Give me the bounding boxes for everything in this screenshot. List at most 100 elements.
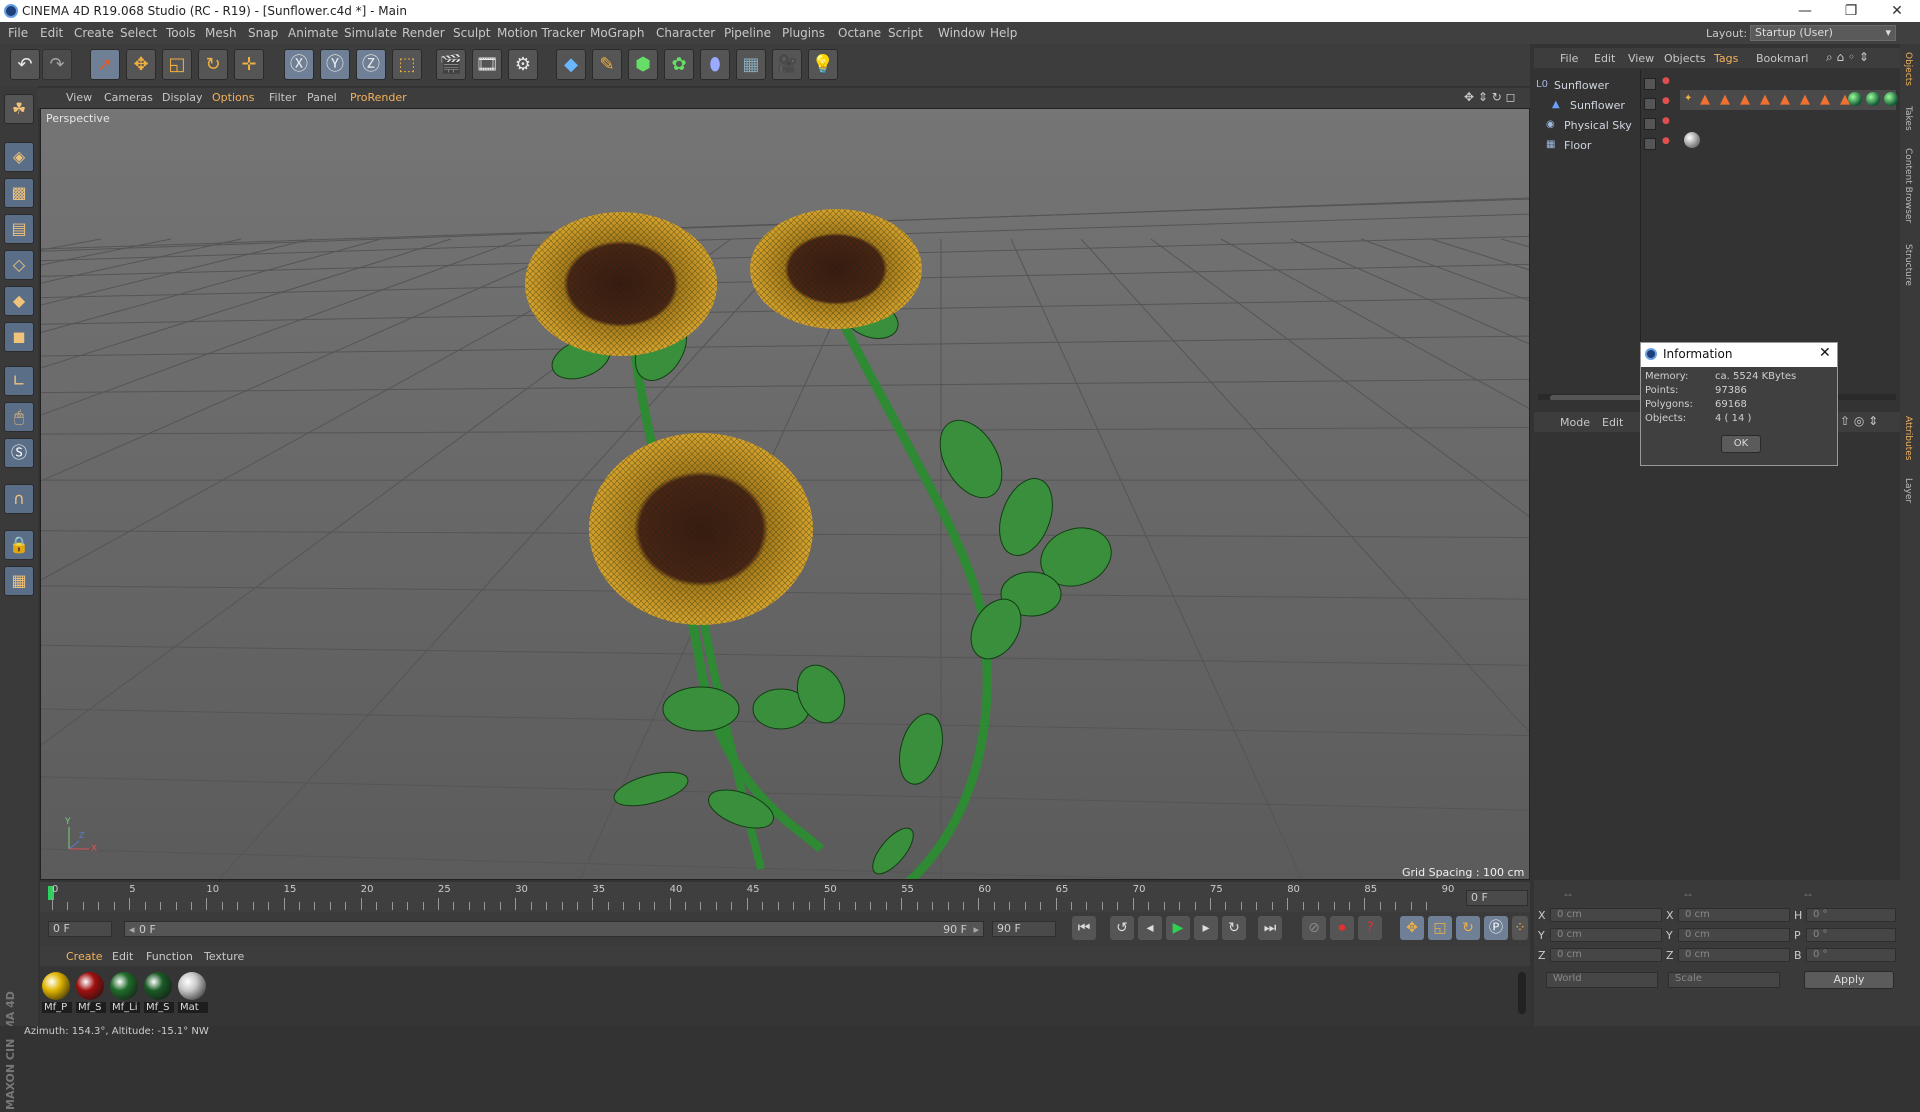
- layout-select[interactable]: Startup (User) ▾: [1750, 25, 1896, 41]
- menu-item-octane[interactable]: Octane: [838, 26, 881, 40]
- viewport-menu-display[interactable]: Display: [162, 91, 203, 104]
- menu-item-simulate[interactable]: Simulate: [344, 26, 397, 40]
- phong-tag-icon[interactable]: ▲: [1700, 92, 1710, 107]
- magnet-button[interactable]: ∩: [4, 484, 34, 514]
- material-menu-function[interactable]: Function: [146, 950, 193, 963]
- object-menu-bookmarl[interactable]: Bookmarl: [1756, 52, 1808, 65]
- menu-item-create[interactable]: Create: [74, 26, 114, 40]
- position-z-field[interactable]: 0 cm: [1550, 948, 1662, 962]
- add-floor-button[interactable]: ▦: [736, 49, 766, 80]
- material-menu-create[interactable]: Create: [66, 950, 103, 963]
- dialog-close-icon[interactable]: ✕: [1819, 345, 1831, 361]
- render-view-button[interactable]: 🎬: [436, 49, 466, 80]
- coordinate-system-button[interactable]: ⬚: [392, 49, 422, 80]
- close-window-button[interactable]: ✕: [1874, 0, 1920, 22]
- material-ball-4[interactable]: [178, 972, 206, 1000]
- go-to-end-button[interactable]: ⏭: [1258, 916, 1282, 940]
- render-picture-viewer-button[interactable]: 🎞: [472, 49, 502, 80]
- recent-tools-button[interactable]: ✛: [234, 49, 264, 80]
- viewport-menu-prorender[interactable]: ProRender: [350, 91, 407, 104]
- menu-item-edit[interactable]: Edit: [40, 26, 63, 40]
- menu-item-select[interactable]: Select: [120, 26, 157, 40]
- rotation-b-field[interactable]: 0 °: [1806, 948, 1896, 962]
- previous-frame-button[interactable]: ◂: [1138, 916, 1162, 940]
- planar-workplane-button[interactable]: ▦: [4, 566, 34, 596]
- attribute-menu-edit[interactable]: Edit: [1602, 416, 1623, 429]
- phong-tag-icon[interactable]: ▲: [1760, 92, 1770, 107]
- menu-item-sculpt[interactable]: Sculpt: [453, 26, 490, 40]
- move-tool-button[interactable]: ✥: [126, 49, 156, 80]
- attribute-menu-mode[interactable]: Mode: [1560, 416, 1590, 429]
- menu-item-file[interactable]: File: [8, 26, 28, 40]
- key-pla-button[interactable]: ⁘: [1512, 916, 1528, 940]
- render-settings-button[interactable]: ⚙: [508, 49, 538, 80]
- position-x-field[interactable]: 0 cm: [1550, 908, 1662, 922]
- phong-tag-icon[interactable]: ▲: [1800, 92, 1810, 107]
- menu-item-mesh[interactable]: Mesh: [205, 26, 237, 40]
- menu-item-pipeline[interactable]: Pipeline: [724, 26, 771, 40]
- coordinate-space-select[interactable]: World: [1546, 972, 1658, 988]
- size-y-field[interactable]: 0 cm: [1678, 928, 1790, 942]
- coordinate-mode-select[interactable]: Scale: [1668, 972, 1780, 988]
- visibility-toggle[interactable]: [1644, 138, 1656, 150]
- play-button[interactable]: ▶: [1166, 916, 1190, 940]
- menu-item-script[interactable]: Script: [888, 26, 923, 40]
- visibility-toggle[interactable]: [1644, 118, 1656, 130]
- next-keyframe-button[interactable]: ↻: [1222, 916, 1246, 940]
- lock-workplane-button[interactable]: 🔒: [4, 530, 34, 560]
- apply-button[interactable]: Apply: [1804, 971, 1894, 989]
- edges-mode-button[interactable]: ◆: [4, 286, 34, 316]
- material-scrollbar[interactable]: [1518, 972, 1526, 1014]
- tab-layer[interactable]: Layer: [1903, 478, 1913, 503]
- material-tag-icon[interactable]: [1884, 92, 1898, 106]
- viewport-menu-cameras[interactable]: Cameras: [104, 91, 153, 104]
- menu-item-mograph[interactable]: MoGraph: [590, 26, 645, 40]
- object-search-icons[interactable]: ⌕ ⌂ ◦ ⇕: [1826, 50, 1869, 65]
- x-axis-button[interactable]: Ⓧ: [284, 49, 314, 80]
- tab-content-browser[interactable]: Content Browser: [1903, 148, 1913, 223]
- add-deformer-button[interactable]: ⬮: [700, 49, 730, 80]
- polygons-mode-button[interactable]: ◼: [4, 322, 34, 352]
- material-ball-0[interactable]: [42, 972, 70, 1000]
- ok-button[interactable]: OK: [1721, 435, 1761, 453]
- points-mode-button[interactable]: ◇: [4, 250, 34, 280]
- material-menu-texture[interactable]: Texture: [204, 950, 244, 963]
- previous-keyframe-button[interactable]: ↺: [1110, 916, 1134, 940]
- key-rotation-button[interactable]: ↻: [1456, 916, 1480, 940]
- scale-tool-button[interactable]: ◱: [162, 49, 192, 80]
- menu-item-animate[interactable]: Animate: [288, 26, 338, 40]
- object-row-physical-sky[interactable]: ◉ Physical Sky: [1546, 116, 1646, 134]
- visibility-toggle[interactable]: [1644, 98, 1656, 110]
- object-row-floor[interactable]: ▦ Floor: [1546, 136, 1646, 154]
- viewport-nav-icons[interactable]: ✥ ⇕ ↻ ◻: [1464, 90, 1516, 104]
- size-z-field[interactable]: 0 cm: [1678, 948, 1790, 962]
- tab-structure[interactable]: Structure: [1903, 244, 1913, 286]
- snapping-button[interactable]: Ⓢ: [4, 438, 34, 468]
- attribute-nav-icons[interactable]: ⇧ ◎ ⇕: [1840, 414, 1878, 428]
- viewport-menu-filter[interactable]: Filter: [269, 91, 296, 104]
- phong-tag-icon[interactable]: ▲: [1720, 92, 1730, 107]
- material-menu-edit[interactable]: Edit: [112, 950, 133, 963]
- material-tag-icon[interactable]: [1848, 92, 1862, 106]
- object-menu-edit[interactable]: Edit: [1594, 52, 1615, 65]
- model-mode-button[interactable]: ◈: [4, 142, 34, 172]
- add-spline-button[interactable]: ✎: [592, 49, 622, 80]
- phong-tag-icon[interactable]: ▲: [1820, 92, 1830, 107]
- tweak-mode-button[interactable]: 🖱: [4, 402, 34, 432]
- tab-takes[interactable]: Takes: [1903, 106, 1913, 131]
- go-to-start-button[interactable]: ⏮: [1072, 916, 1096, 940]
- material-ball-3[interactable]: [144, 972, 172, 1000]
- object-row-sunflower[interactable]: L0 Sunflower: [1536, 76, 1636, 94]
- key-parameter-button[interactable]: Ⓟ: [1484, 916, 1508, 940]
- object-menu-tags[interactable]: Tags: [1714, 52, 1738, 65]
- axis-mode-button[interactable]: ∟: [4, 366, 34, 396]
- tab-objects[interactable]: Objects: [1903, 52, 1913, 86]
- undo-button[interactable]: ↶: [10, 49, 40, 80]
- y-axis-button[interactable]: Ⓨ: [320, 49, 350, 80]
- menu-item-help[interactable]: Help: [990, 26, 1017, 40]
- material-tag-icon[interactable]: [1866, 92, 1880, 106]
- workplane-mode-button[interactable]: ▤: [4, 214, 34, 244]
- material-ball-2[interactable]: [110, 972, 138, 1000]
- tag-settings-icon[interactable]: ✦: [1684, 93, 1692, 104]
- menu-item-window[interactable]: Window: [938, 26, 985, 40]
